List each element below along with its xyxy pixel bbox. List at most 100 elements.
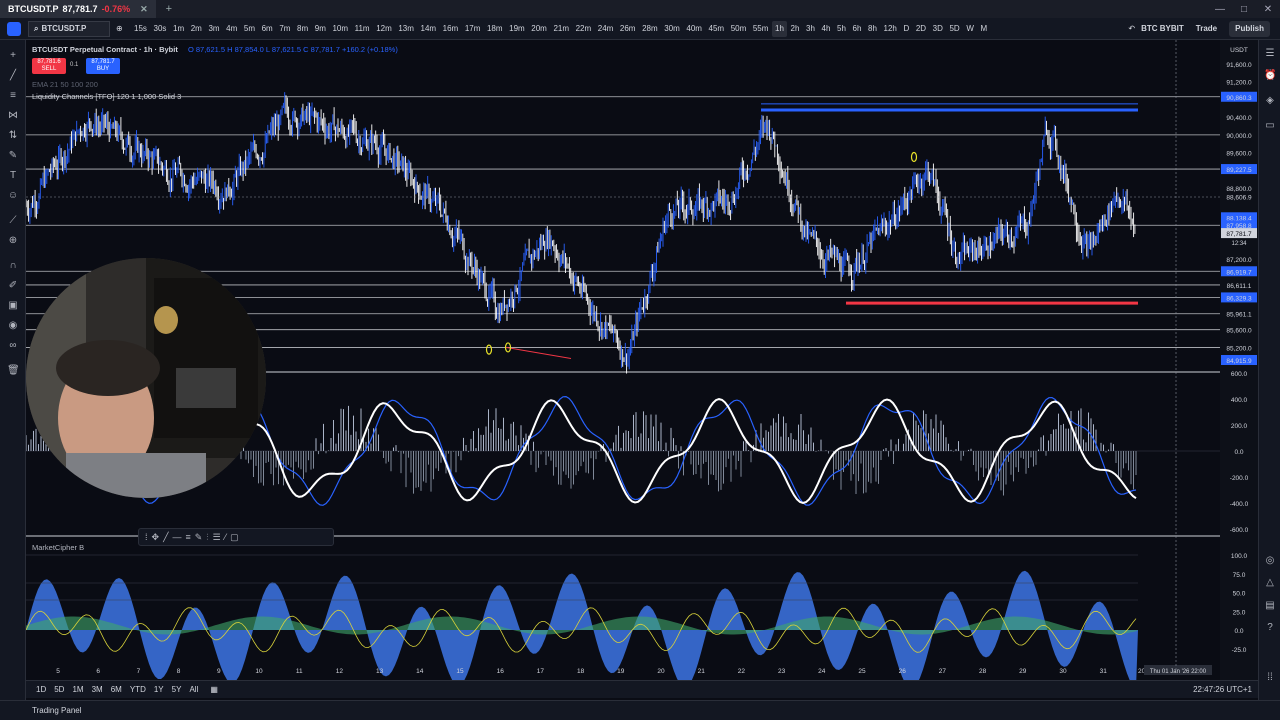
timeframe-26m[interactable]: 26m xyxy=(617,21,639,37)
app-logo[interactable] xyxy=(0,21,28,36)
publish-button[interactable]: Publish xyxy=(1229,20,1270,37)
pattern-icon[interactable]: ⋈ xyxy=(7,110,19,122)
trading-panel-tab[interactable]: Trading Panel xyxy=(32,706,82,715)
trendline-icon[interactable]: ╱ xyxy=(7,70,19,82)
timeframe-55m[interactable]: 55m xyxy=(750,21,772,37)
timeframe-28m[interactable]: 28m xyxy=(639,21,661,37)
timeframe-6m[interactable]: 6m xyxy=(258,21,276,37)
brush-icon[interactable]: ✎ xyxy=(7,150,19,162)
watchlist-icon[interactable]: ☰ xyxy=(1264,48,1276,60)
timeframe-5D[interactable]: 5D xyxy=(946,21,963,37)
ruler-icon[interactable]: ⟋ xyxy=(7,215,19,227)
trade-button[interactable]: Trade xyxy=(1190,21,1223,37)
timeframe-3D[interactable]: 3D xyxy=(929,21,946,37)
broker-name[interactable]: BTC BYBIT xyxy=(1141,24,1184,33)
zoom-icon[interactable]: ⊕ xyxy=(7,235,19,247)
range-3m[interactable]: 3M xyxy=(88,685,107,694)
timeframe-30m[interactable]: 30m xyxy=(661,21,683,37)
eye-icon[interactable]: ◉ xyxy=(7,320,19,332)
symbol-tab[interactable]: BTCUSDT.P 87,781.7 -0.76% ✕ xyxy=(0,0,156,18)
move-icon[interactable]: ✥ xyxy=(152,532,160,543)
timeframe-15s[interactable]: 15s xyxy=(131,21,151,37)
timeframe-7m[interactable]: 7m xyxy=(276,21,294,37)
timeframe-19m[interactable]: 19m xyxy=(506,21,528,37)
symbol-title[interactable]: BTCUSDT Perpetual Contract · 1h · Bybit xyxy=(32,45,178,54)
market-cipher-legend[interactable]: MarketCipher B xyxy=(32,543,84,552)
crosshair-icon[interactable]: + xyxy=(7,50,19,62)
multiline-icon[interactable]: ≡ xyxy=(185,532,190,542)
timeframe-20m[interactable]: 20m xyxy=(528,21,550,37)
timeframe-13m[interactable]: 13m xyxy=(395,21,417,37)
add-symbol-icon[interactable]: ⊕ xyxy=(116,24,123,33)
timeframe-9m[interactable]: 9m xyxy=(311,21,329,37)
range-1m[interactable]: 1M xyxy=(68,685,87,694)
timeframe-1m[interactable]: 1m xyxy=(170,21,188,37)
timeframe-5h[interactable]: 5h xyxy=(834,21,850,37)
timeframe-M[interactable]: M xyxy=(977,21,990,37)
timeframe-24m[interactable]: 24m xyxy=(594,21,616,37)
channel-icon[interactable]: ☰ xyxy=(213,532,221,543)
range-5d[interactable]: 5D xyxy=(50,685,68,694)
help-icon[interactable]: ? xyxy=(1264,622,1276,634)
timeframe-4h[interactable]: 4h xyxy=(818,21,834,37)
timeframe-8m[interactable]: 8m xyxy=(294,21,312,37)
timeframe-45m[interactable]: 45m xyxy=(705,21,727,37)
timeframe-2D[interactable]: 2D xyxy=(913,21,930,37)
timeframe-4m[interactable]: 4m xyxy=(223,21,241,37)
minimize-button[interactable]: — xyxy=(1208,4,1232,15)
pen-icon[interactable]: ✎ xyxy=(195,532,203,543)
drag-handle-icon[interactable]: ⁞ xyxy=(145,532,148,542)
link-icon[interactable]: ∞ xyxy=(7,340,19,352)
timeframe-3h[interactable]: 3h xyxy=(803,21,819,37)
layers-icon[interactable]: ◈ xyxy=(1264,95,1276,107)
fib-icon[interactable]: ≡ xyxy=(7,90,19,102)
timeframe-12m[interactable]: 12m xyxy=(373,21,395,37)
timeframe-18m[interactable]: 18m xyxy=(484,21,506,37)
calendar-icon[interactable]: ▤ xyxy=(1264,600,1276,612)
timeframe-5m[interactable]: 5m xyxy=(241,21,259,37)
forecast-icon[interactable]: ⇅ xyxy=(7,130,19,142)
timeframe-12h[interactable]: 12h xyxy=(880,21,900,37)
maximize-button[interactable]: □ xyxy=(1232,4,1256,15)
indicator-liquidity-legend[interactable]: Liquidity Channels [TFO] 120 1 1,000 Sol… xyxy=(32,92,181,101)
brush-tool-icon[interactable]: ⁄ xyxy=(225,532,227,542)
timeframe-11m[interactable]: 11m xyxy=(351,21,373,37)
timeframe-14m[interactable]: 14m xyxy=(417,21,439,37)
timeframe-2h[interactable]: 2h xyxy=(787,21,803,37)
text-icon[interactable]: T xyxy=(7,170,19,182)
timeframe-16m[interactable]: 16m xyxy=(439,21,461,37)
timeframe-30s[interactable]: 30s xyxy=(150,21,170,37)
lock-drawing-icon[interactable]: ✐ xyxy=(7,280,19,292)
target-icon[interactable]: ◎ xyxy=(1264,555,1276,567)
trash-icon[interactable]: 🗑 xyxy=(7,365,20,377)
timeframe-40m[interactable]: 40m xyxy=(683,21,705,37)
range-5y[interactable]: 5Y xyxy=(168,685,186,694)
undo-icon[interactable]: ↶ xyxy=(1128,24,1135,33)
timeframe-50m[interactable]: 50m xyxy=(727,21,749,37)
apps-icon[interactable]: ⁞⁞ xyxy=(1264,672,1276,684)
rectangle-icon[interactable]: ▢ xyxy=(230,532,239,543)
sell-button[interactable]: 87,781.6 SELL xyxy=(32,58,66,74)
buy-button[interactable]: 87,781.7 BUY xyxy=(86,58,120,74)
new-tab-icon[interactable]: + xyxy=(166,3,172,15)
timeframe-21m[interactable]: 21m xyxy=(550,21,572,37)
notification-icon[interactable]: △ xyxy=(1264,577,1276,589)
timeframe-W[interactable]: W xyxy=(963,21,977,37)
close-tab-icon[interactable]: ✕ xyxy=(140,4,148,15)
timeframe-22m[interactable]: 22m xyxy=(572,21,594,37)
close-button[interactable]: ✕ xyxy=(1256,4,1280,15)
range-all[interactable]: All xyxy=(185,685,202,694)
range-1y[interactable]: 1Y xyxy=(150,685,168,694)
range-1d[interactable]: 1D xyxy=(32,685,50,694)
timeframe-3m[interactable]: 3m xyxy=(205,21,223,37)
timeframe-6h[interactable]: 6h xyxy=(849,21,865,37)
timeframe-8h[interactable]: 8h xyxy=(865,21,881,37)
timeframe-1h[interactable]: 1h xyxy=(771,20,788,37)
range-6m[interactable]: 6M xyxy=(107,685,126,694)
magnet-icon[interactable]: ∩ xyxy=(7,260,19,272)
utc-clock[interactable]: 22:47:26 UTC+1 xyxy=(1193,685,1252,694)
date-range-icon[interactable]: ▦ xyxy=(210,685,218,694)
emoji-icon[interactable]: ☺ xyxy=(7,190,19,202)
symbol-search[interactable]: ⌕ BTCUSDT.P xyxy=(28,20,110,37)
chat-icon[interactable]: ▭ xyxy=(1264,120,1276,132)
